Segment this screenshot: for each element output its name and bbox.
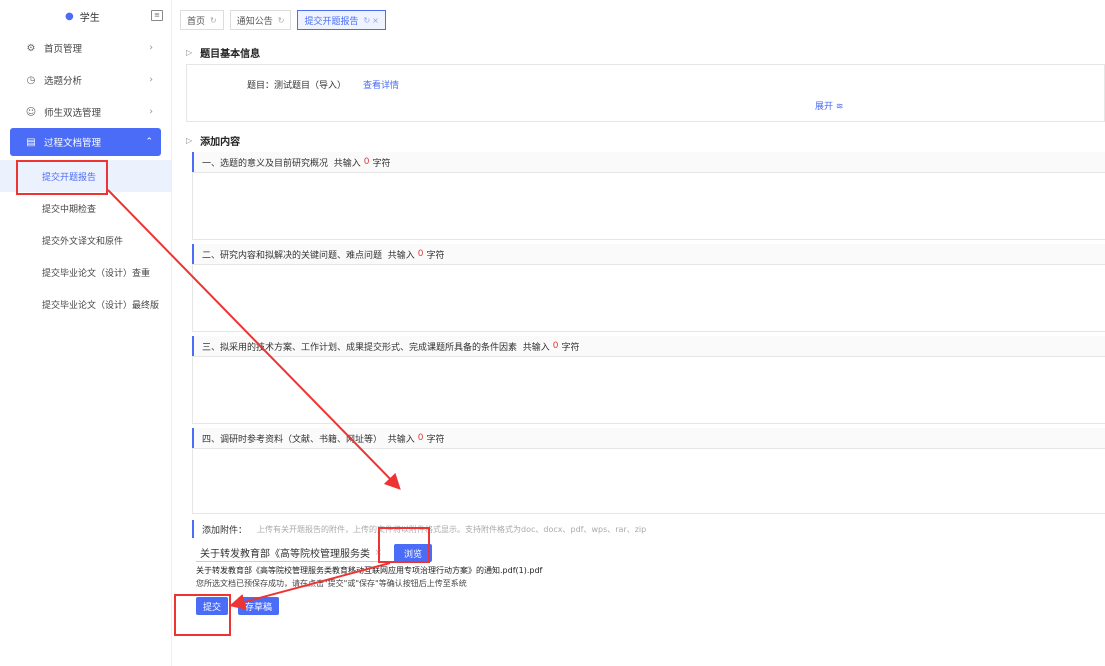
- question-1-header: 一、选题的意义及目前研究概况 共输入 0 字符: [192, 152, 1105, 172]
- sidebar-header: ● 学生 ≡: [0, 0, 171, 32]
- question-label: 二、研究内容和拟解决的关键问题、难点问题: [202, 250, 383, 261]
- sidebar-subitem-proposal[interactable]: 提交开题报告: [0, 160, 171, 192]
- clock-icon: ◷: [26, 74, 36, 86]
- count-suffix: 字符: [426, 250, 445, 261]
- triangle-right-icon: ▷: [186, 135, 193, 145]
- tab-label: 提交开题报告: [304, 16, 359, 27]
- file-upload-row: 关于转发教育部《高等院校管理服务类 × 浏览: [196, 542, 1105, 564]
- sidebar: ● 学生 ≡ ⚙ 首页管理 › ◷ 选题分析 › ☺ 师生双选管理 › ▤ 过程…: [0, 0, 172, 666]
- sidebar-item-mutual-selection[interactable]: ☺ 师生双选管理 ›: [0, 96, 171, 128]
- char-count: 0: [363, 157, 370, 167]
- sidebar-item-label: 选题分析: [44, 76, 83, 87]
- gear-icon: ⚙: [26, 42, 36, 54]
- basic-info-panel: 题目：测试题目（导入） 查看详情 展开 ≋: [186, 64, 1105, 122]
- topic-text: 题目：测试题目（导入）: [247, 81, 347, 91]
- question-3-textarea[interactable]: [192, 356, 1105, 424]
- sidebar-subitem-label: 提交外文译文和原件: [42, 236, 124, 247]
- upload-status-note: 您所选文档已预保存成功，请在点击"提交"或"保存"等确认按钮后上传至系统: [196, 579, 467, 588]
- question-2-header: 二、研究内容和拟解决的关键问题、难点问题 共输入 0 字符: [192, 244, 1105, 264]
- file-path-value: 关于转发教育部《高等院校管理服务类: [200, 549, 370, 560]
- question-label: 三、拟采用的技术方案、工作计划、成果提交形式、完成课题所具备的条件因素: [202, 342, 518, 353]
- chevron-right-icon: ›: [149, 75, 153, 85]
- clear-icon[interactable]: ×: [374, 548, 382, 558]
- triangle-right-icon: ▷: [186, 47, 193, 57]
- attachment-hint: 上传有关开题报告的附件，上传的文件将以附件格式显示。支持附件格式为doc、doc…: [257, 524, 647, 534]
- count-suffix: 字符: [372, 158, 391, 169]
- user-icon: ●: [65, 10, 74, 22]
- count-prefix: 共输入: [387, 250, 415, 261]
- user-role-label: 学生: [79, 12, 100, 24]
- char-count: 0: [552, 341, 559, 351]
- attachment-row: 添加附件： 上传有关开题报告的附件，上传的文件将以附件格式显示。支持附件格式为d…: [192, 520, 1105, 538]
- sidebar-item-label: 过程文档管理: [44, 138, 102, 149]
- question-4-header: 四、调研时参考资料（文献、书籍、网址等） 共输入 0 字符: [192, 428, 1105, 448]
- sidebar-item-label: 首页管理: [44, 44, 83, 55]
- sidebar-subitem-plagiarism-check[interactable]: 提交毕业论文（设计）查重: [0, 256, 171, 288]
- sidebar-item-home[interactable]: ⚙ 首页管理 ›: [0, 32, 171, 64]
- add-content-header[interactable]: ▷ 添加内容: [180, 128, 1105, 152]
- refresh-icon[interactable]: ↻: [210, 16, 217, 25]
- question-2-textarea[interactable]: [192, 264, 1105, 332]
- question-1-textarea[interactable]: [192, 172, 1105, 240]
- count-prefix: 共输入: [522, 342, 550, 353]
- expand-toggle[interactable]: 展开 ≋: [815, 99, 843, 112]
- action-buttons: 提交 存草稿: [196, 597, 1105, 615]
- users-icon: ☺: [25, 106, 37, 118]
- sidebar-item-topic-analysis[interactable]: ◷ 选题分析 ›: [0, 64, 171, 96]
- count-prefix: 共输入: [333, 158, 361, 169]
- section-title: 题目基本信息: [200, 48, 261, 60]
- document-icon: ▤: [26, 136, 36, 148]
- sidebar-subitem-label: 提交毕业论文（设计）查重: [42, 268, 151, 279]
- tab-submit-proposal[interactable]: 提交开题报告 ↻ ×: [297, 10, 386, 30]
- view-details-link[interactable]: 查看详情: [363, 78, 399, 91]
- sidebar-subitem-label: 提交毕业论文（设计）最终版: [42, 300, 160, 311]
- count-suffix: 字符: [426, 434, 445, 445]
- main-content: ▷ 题目基本信息 题目：测试题目（导入） 查看详情 展开 ≋ ▷ 添加内容 一、…: [180, 36, 1105, 626]
- tab-label: 通知公告: [236, 16, 273, 27]
- save-draft-button[interactable]: 存草稿: [238, 597, 280, 615]
- question-label: 一、选题的意义及目前研究概况: [202, 158, 329, 169]
- char-count: 0: [417, 433, 424, 443]
- close-icon[interactable]: ×: [372, 16, 379, 25]
- section-title: 添加内容: [200, 136, 241, 148]
- refresh-icon[interactable]: ↻: [363, 16, 370, 25]
- question-4-textarea[interactable]: [192, 448, 1105, 514]
- file-path-input[interactable]: 关于转发教育部《高等院校管理服务类 ×: [196, 544, 386, 562]
- chevron-right-icon: ›: [149, 43, 153, 53]
- tab-label: 首页: [187, 16, 206, 27]
- refresh-icon[interactable]: ↻: [278, 16, 285, 25]
- uploaded-file-name: 关于转发教育部《高等院校管理服务类教育移动互联网应用专项治理行动方案》的通知.p…: [196, 566, 543, 575]
- tab-home[interactable]: 首页 ↻: [180, 10, 224, 30]
- expand-label: 展开: [815, 102, 834, 112]
- sidebar-subitem-label: 提交开题报告: [42, 172, 97, 183]
- tab-notices[interactable]: 通知公告 ↻: [229, 10, 292, 30]
- sidebar-subitem-final-thesis[interactable]: 提交毕业论文（设计）最终版: [0, 288, 171, 320]
- tab-bar: 首页 ↻ 通知公告 ↻ 提交开题报告 ↻ ×: [180, 8, 392, 32]
- browse-button[interactable]: 浏览: [394, 544, 433, 562]
- chevron-right-icon: ›: [149, 107, 153, 117]
- sidebar-subitem-translation[interactable]: 提交外文译文和原件: [0, 224, 171, 256]
- sidebar-item-process-docs[interactable]: ▤ 过程文档管理 ⌃: [10, 128, 161, 156]
- collapse-menu-icon[interactable]: ≡: [151, 10, 163, 21]
- sidebar-item-label: 师生双选管理: [44, 108, 102, 119]
- count-prefix: 共输入: [387, 434, 415, 445]
- chevron-down-icon: ≋: [835, 102, 844, 112]
- sidebar-subitem-midterm[interactable]: 提交中期检查: [0, 192, 171, 224]
- char-count: 0: [417, 249, 424, 259]
- question-3-header: 三、拟采用的技术方案、工作计划、成果提交形式、完成课题所具备的条件因素 共输入 …: [192, 336, 1105, 356]
- basic-info-header[interactable]: ▷ 题目基本信息: [180, 40, 1105, 64]
- submit-button[interactable]: 提交: [196, 597, 229, 615]
- chevron-up-icon: ⌃: [145, 137, 153, 147]
- attachment-label: 添加附件：: [202, 525, 248, 536]
- sidebar-subitem-label: 提交中期检查: [42, 204, 97, 215]
- count-suffix: 字符: [561, 342, 580, 353]
- question-label: 四、调研时参考资料（文献、书籍、网址等）: [202, 434, 383, 445]
